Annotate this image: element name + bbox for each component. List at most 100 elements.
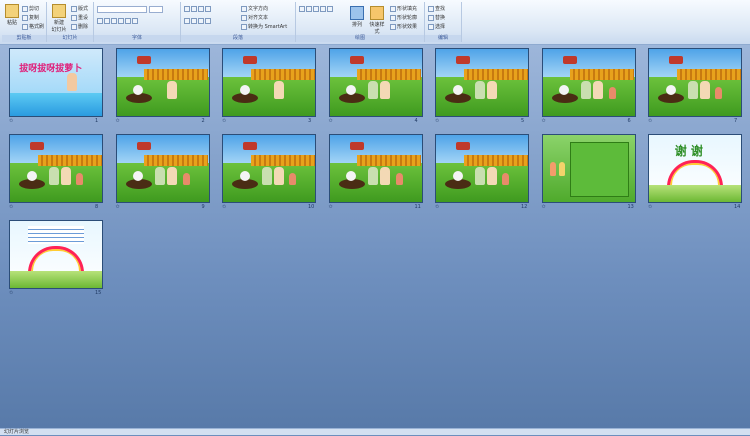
italic-icon [104,18,110,24]
transition-icon[interactable]: ✩ [9,290,13,296]
layout-button[interactable]: 版式 [71,5,88,12]
smartart-button[interactable]: 转换为 SmartArt [241,23,287,30]
align-right-icon [198,18,204,24]
smartart-icon [241,23,247,30]
select-button[interactable]: 选择 [428,23,445,30]
slide-thumbnail[interactable] [9,220,103,289]
transition-icon[interactable]: ✩ [648,118,652,124]
slide-thumbnail[interactable] [541,134,636,203]
slide-sorter-workspace[interactable]: 拔呀拔呀拔萝卜 1 ✩ 2 ✩ 3 ✩ 4 ✩ 5 ✩ 6 ✩ 7 ✩ 8 ✩ 9 ✩ 10 ✩ 11 ✩ 12 ✩ 13 ✩ 谢 谢… [0,45,750,428]
transition-icon[interactable]: ✩ [435,204,439,210]
rectangle-shape-icon [299,6,305,12]
transition-icon[interactable]: ✩ [329,118,333,124]
character-figure [486,167,497,186]
slide-thumbnail[interactable] [328,48,423,117]
new-slide-button[interactable]: 新建 幻灯片 [49,4,69,33]
transition-icon[interactable]: ✩ [222,118,226,124]
slide-thumbnail[interactable] [435,48,529,117]
slide-thumbnail[interactable] [115,48,210,117]
quick-styles-button[interactable]: 快速样式 [368,6,386,35]
transition-icon[interactable]: ✩ [435,118,439,124]
drawing-group: 排列 快速样式 形状填充 形状轮廓 形状效果 绘图 [296,2,425,42]
slide-number: 12 [521,204,528,210]
line-spacing-icon [205,6,211,12]
character-figure [559,161,566,176]
character-figure [699,81,710,100]
line-shape-icon [313,6,319,12]
crops [570,69,635,80]
turnip-icon [239,171,250,182]
delete-slide-button[interactable]: 删除 [71,23,88,30]
arrange-button[interactable]: 排列 [348,6,366,28]
transition-icon[interactable]: ✩ [116,118,120,124]
font-group: 字体 [94,2,181,42]
reset-icon [71,14,77,21]
turnip-icon [452,85,463,96]
transition-icon[interactable]: ✩ [329,204,333,210]
find-button[interactable]: 查找 [428,5,445,12]
transition-icon[interactable]: ✩ [648,204,652,210]
text-panel [570,141,630,198]
character-figure [549,161,556,176]
slide-thumbnail[interactable] [9,134,103,203]
font-group-label: 字体 [94,35,180,42]
turnip-icon [26,171,37,182]
slide-thumbnail[interactable] [541,48,636,117]
delete-icon [71,23,77,30]
slide-title: 拔呀拔呀拔萝卜 [19,64,83,75]
transition-icon[interactable]: ✩ [542,204,546,210]
slide-thumbnail[interactable] [328,134,423,203]
bullets-icon [184,6,190,12]
grass [10,270,102,288]
transition-icon[interactable]: ✩ [9,204,13,210]
shape-effects-button[interactable]: 形状效果 [390,23,417,30]
slides-group-label: 幻灯片 [47,35,93,42]
paste-icon [5,4,19,18]
format-painter-button[interactable]: 格式刷 [22,23,44,30]
shapes-gallery[interactable] [299,6,333,12]
replace-button[interactable]: 替换 [428,14,445,21]
transition-icon[interactable]: ✩ [9,118,13,124]
list-buttons[interactable] [184,6,211,12]
align-buttons[interactable] [184,18,211,24]
crops [357,155,422,166]
find-icon [428,5,434,12]
text-direction-button[interactable]: 文字方向 [241,5,268,12]
rainbow [28,246,85,274]
transition-icon[interactable]: ✩ [542,118,546,124]
character-figure [60,167,71,186]
character-figure [715,86,723,99]
slide-thumbnail[interactable] [435,134,529,203]
font-format-buttons[interactable] [97,18,138,24]
character-figure [395,172,403,185]
cut-button[interactable]: 剪切 [22,5,39,12]
font-size-select[interactable] [149,6,163,13]
slide-thumbnail[interactable] [222,134,316,203]
slide-thumbnail[interactable]: 拔呀拔呀拔萝卜 [9,48,103,117]
tractor-icon [562,55,577,64]
tractor-icon [349,141,364,150]
character-figure [380,167,391,186]
tractor-icon [136,141,151,150]
copy-button[interactable]: 复制 [22,14,39,21]
outline-icon [390,14,396,21]
font-name-select[interactable] [97,6,147,13]
slide-thumbnail[interactable] [222,48,316,117]
slide-thumbnail[interactable]: 谢 谢 [648,134,742,203]
slide-thumbnail[interactable] [115,134,210,203]
indent-icon [198,6,204,12]
tractor-icon [669,55,684,64]
shape-outline-button[interactable]: 形状轮廓 [390,14,417,21]
shape-fill-button[interactable]: 形状填充 [390,5,417,12]
new-slide-icon [52,4,66,18]
transition-icon[interactable]: ✩ [222,204,226,210]
slide-thumbnail[interactable] [648,48,742,117]
slide-number: 2 [201,118,205,124]
character-figure [273,167,284,186]
crops [37,155,102,166]
align-text-button[interactable]: 对齐文本 [241,14,268,21]
transition-icon[interactable]: ✩ [116,204,120,210]
reset-button[interactable]: 重设 [71,14,88,21]
paste-button[interactable]: 粘贴 [3,4,21,26]
character-figure [474,167,485,186]
